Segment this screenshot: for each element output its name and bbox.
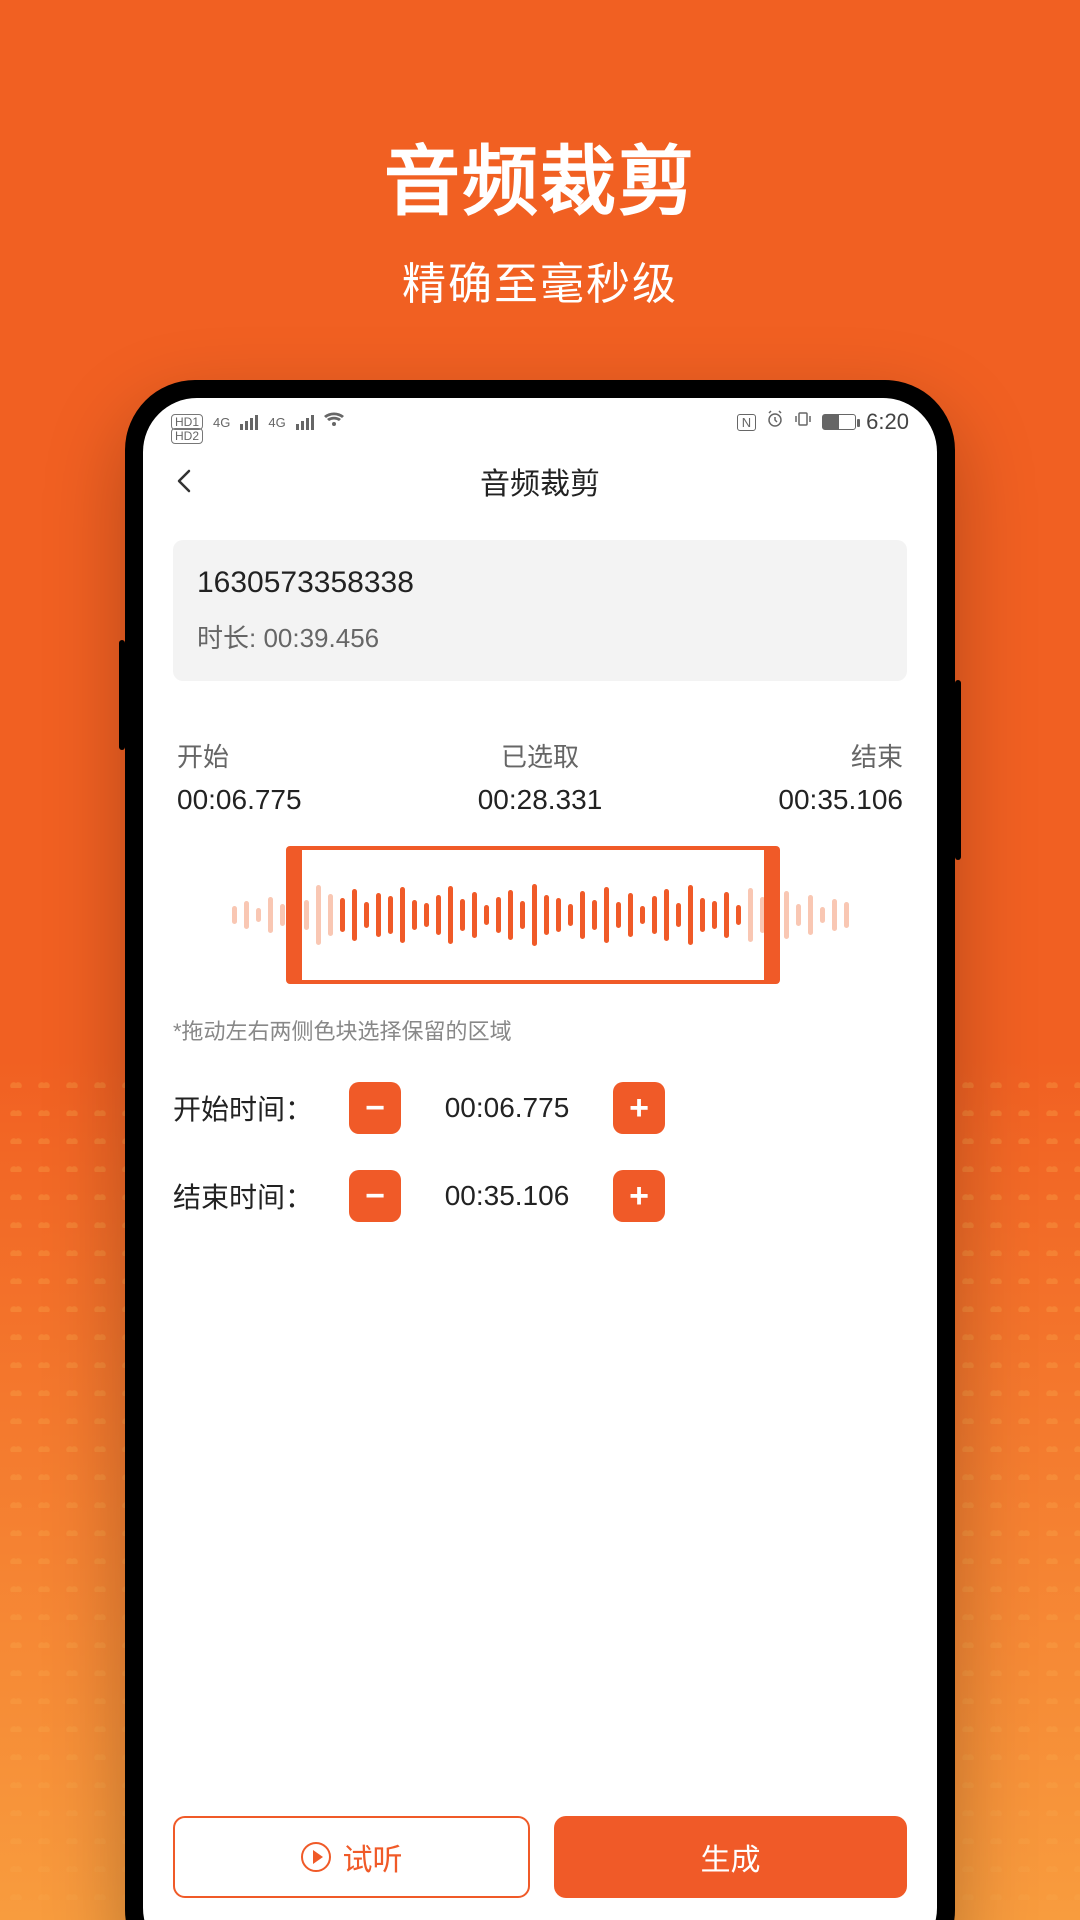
end-time-label: 结束时间： [173,1176,333,1216]
signal-icon-1 [240,415,258,430]
preview-label: 试听 [343,1835,403,1879]
waveform-bar [256,908,261,922]
page-title: 音频裁剪 [480,459,600,503]
wifi-icon [324,411,344,434]
start-label: 开始 [177,737,302,774]
signal-icon-2 [296,415,314,430]
waveform-bar [796,904,801,926]
selected-value: 00:28.331 [478,784,603,816]
play-icon [301,1842,331,1872]
end-label: 结束 [778,737,903,774]
file-name: 1630573358338 [197,566,883,600]
start-time-input[interactable]: 00:06.775 [417,1084,597,1132]
start-plus-button[interactable]: + [613,1082,665,1134]
selection-box[interactable] [298,846,768,984]
preview-button[interactable]: 试听 [173,1816,530,1898]
nfc-icon: N [737,414,756,431]
start-minus-button[interactable]: − [349,1082,401,1134]
end-time-control: 结束时间： − 00:35.106 + [173,1170,907,1222]
nav-bar: 音频裁剪 [143,446,937,516]
file-duration: 时长: 00:39.456 [197,618,883,655]
hero-title: 音频裁剪 [0,0,1080,230]
selection-handle-right[interactable] [764,846,780,984]
clock: 6:20 [866,409,909,435]
selection-handle-left[interactable] [286,846,302,984]
waveform-bar [808,895,813,935]
status-bar: HD1 4G 4G HD2 N [143,398,937,446]
battery-icon [822,414,856,430]
end-plus-button[interactable]: + [613,1170,665,1222]
vibrate-icon [794,410,812,434]
hd2-icon: HD2 [171,428,203,444]
phone-frame: HD1 4G 4G HD2 N [125,380,955,1920]
waveform-bar [820,907,825,923]
waveform-bar [784,891,789,939]
time-readout-row: 开始 00:06.775 已选取 00:28.331 结束 00:35.106 [173,737,907,816]
back-button[interactable] [171,467,199,495]
hero-subtitle: 精确至毫秒级 [0,248,1080,312]
waveform-bar [832,899,837,931]
waveform-bar [844,902,849,928]
drag-hint: *拖动左右两侧色块选择保留的区域 [173,1014,907,1046]
net-label-2: 4G [268,415,285,430]
generate-button[interactable]: 生成 [554,1816,907,1898]
alarm-icon [766,410,784,434]
file-info-card: 1630573358338 时长: 00:39.456 [173,540,907,681]
waveform-bar [244,901,249,929]
net-label-1: 4G [213,415,230,430]
selected-label: 已选取 [478,737,603,774]
start-time-label: 开始时间： [173,1088,333,1128]
waveform-bar [280,904,285,926]
phone-screen: HD1 4G 4G HD2 N [143,398,937,1920]
start-time-control: 开始时间： − 00:06.775 + [173,1082,907,1134]
end-value: 00:35.106 [778,784,903,816]
waveform-bar [268,897,273,933]
start-value: 00:06.775 [177,784,302,816]
waveform-bar [232,906,237,924]
end-minus-button[interactable]: − [349,1170,401,1222]
bottom-actions: 试听 生成 [173,1816,907,1920]
generate-label: 生成 [701,1835,761,1879]
end-time-input[interactable]: 00:35.106 [417,1172,597,1220]
waveform[interactable] [173,840,907,990]
